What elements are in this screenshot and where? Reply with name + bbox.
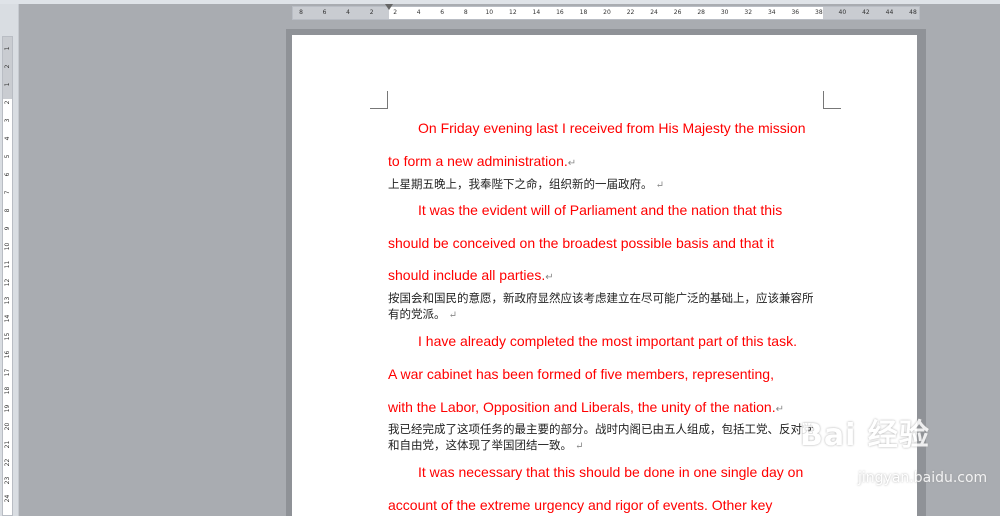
paragraph-line[interactable]: should be conceived on the broadest poss… [388,235,824,251]
paragraph-line[interactable]: On Friday evening last I received from H… [388,120,854,136]
ruler-tick-label: 2 [369,9,374,16]
ruler-tick-label: 8 [4,208,11,213]
ruler-tick-label: 11 [4,260,11,269]
ruler-tick-label: 2 [4,64,11,69]
paragraph-line[interactable]: with the Labor, Opposition and Liberals,… [388,399,824,418]
paragraph-line[interactable]: It was the evident will of Parliament an… [388,202,854,218]
ruler-tick-label: 40 [838,9,847,16]
ruler-tick-label: 21 [4,440,11,449]
ruler-tick-label: 15 [4,332,11,341]
ruler-tick-label: 12 [509,9,517,16]
ruler-tick-label: 19 [4,404,11,413]
paragraph-line[interactable]: to form a new administration.↵ [388,153,824,172]
ruler-tick-label: 1 [4,46,11,51]
ruler-tick-label: 26 [673,9,682,16]
ruler-left-margin[interactable] [293,7,389,19]
ruler-tick-label: 9 [4,226,11,231]
ruler-tick-label: 36 [791,9,800,16]
ruler-tick-label: 3 [4,118,11,123]
ruler-tick-label: 2 [393,9,398,16]
horizontal-ruler[interactable]: 8 6 4 2 2 4 6 8 10 12 14 16 18 20 22 24 26 28 30 32 34 36 38 40… [292,4,920,20]
ruler-tick-label: 24 [4,494,11,503]
ruler-tick-label: 18 [579,9,588,16]
ruler-tick-label: 7 [4,190,11,195]
vertical-ruler[interactable]: 1 2 1 2 3 4 5 6 7 8 9 10 11 12 13 14 15 16 17 18 19 20 21 22 23 2… [2,36,13,516]
ruler-tick-label: 16 [556,9,564,16]
ruler-tick-label: 18 [4,386,11,395]
paragraph-line[interactable]: 我已经完成了这项任务的最主要的部分。战时内阁已由五人组成，包括工党、反对党和自由… [388,421,824,455]
ruler-tick-label: 6 [440,9,445,16]
ruler-tick-label: 4 [346,9,350,16]
first-line-indent-marker[interactable] [385,4,393,10]
ruler-tick-label: 28 [697,9,705,16]
ruler-tick-label: 23 [4,476,11,485]
paragraph-line[interactable]: account of the extreme urgency and rigor… [388,497,824,513]
ruler-tick-label: 8 [463,9,468,16]
ruler-right-margin[interactable] [823,7,919,19]
paragraph-line[interactable]: It was necessary that this should be don… [388,464,854,480]
ruler-tick-label: 22 [626,9,635,16]
ruler-tick-label: 14 [532,9,541,16]
baidu-watermark: Bai 经验 jingyan.baidu.com [800,410,987,486]
crop-mark-top-right [823,91,841,109]
ruler-tick-label: 4 [4,136,11,141]
paragraph-line[interactable]: A war cabinet has been formed of five me… [388,366,824,382]
ruler-tick-label: 16 [4,350,11,359]
watermark-url: jingyan.baidu.com [858,470,988,486]
ruler-tick-label: 48 [909,9,917,16]
ruler-tick-label: 17 [4,368,11,377]
ruler-tick-label: 34 [767,9,776,16]
ruler-tick-label: 32 [744,9,753,16]
ruler-tick-label: 4 [416,9,421,16]
ruler-tick-label: 13 [4,296,11,305]
ruler-tick-label: 6 [4,172,11,177]
paragraph-line[interactable]: I have already completed the most import… [388,333,854,349]
ruler-tick-label: 10 [485,9,494,16]
ruler-tick-label: 2 [4,100,11,105]
ruler-tick-label: 20 [603,9,611,16]
ruler-tick-label: 20 [4,422,11,431]
crop-mark-top-left [370,91,388,109]
ruler-tick-label: 22 [4,458,11,467]
paragraph-line[interactable]: 按国会和国民的意愿，新政府显然应该考虑建立在尽可能广泛的基础上，应该兼容所有的党… [388,290,824,324]
paragraph-line[interactable]: should include all parties.↵ [388,267,824,286]
ruler-tick-label: 12 [4,278,11,287]
ruler-tick-label: 8 [299,9,303,16]
paragraph-line[interactable]: 上星期五晚上，我奉陛下之命，组织新的一届政府。 ↵ [388,176,824,194]
ruler-tick-label: 24 [650,9,658,16]
ruler-tick-label: 10 [4,242,11,251]
ruler-tick-label: 30 [720,9,729,16]
baidu-logo: Bai 经验 [800,418,930,453]
ruler-tick-label: 14 [4,314,11,323]
title-bar-strip [0,0,1000,4]
ruler-tick-label: 38 [815,9,823,16]
ruler-tick-label: 1 [4,82,11,87]
ruler-tick-label: 44 [885,9,894,16]
ruler-tick-label: 6 [322,9,327,16]
ruler-tick-label: 5 [4,154,11,159]
ruler-tick-label: 42 [862,9,870,16]
